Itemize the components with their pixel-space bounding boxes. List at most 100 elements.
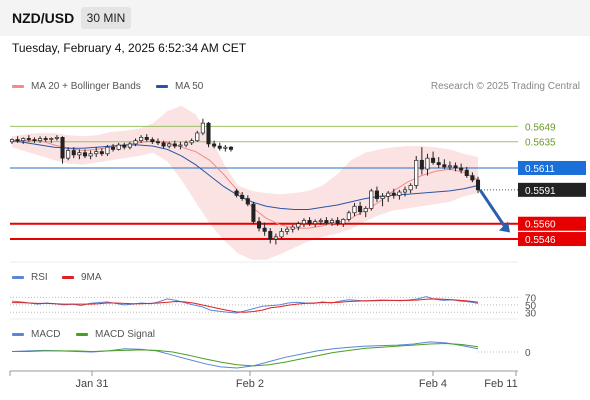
candle-body — [71, 150, 76, 156]
candle-body — [32, 139, 37, 141]
price-label-resistance-1: 0.5635 — [525, 138, 556, 149]
time-axis-label: Jan 31 — [75, 378, 108, 390]
candle-body — [442, 164, 447, 168]
candle-body — [301, 220, 306, 225]
candle-body — [346, 212, 351, 220]
candle-body — [127, 143, 132, 148]
candle-body — [111, 146, 116, 150]
bollinger-band — [12, 105, 478, 260]
candle-body — [279, 231, 284, 238]
candle-body — [60, 137, 65, 159]
time-axis-label: Feb 2 — [236, 378, 264, 390]
candle-body — [77, 152, 82, 156]
candle-body — [54, 137, 59, 139]
candle-body — [94, 151, 99, 155]
price-label-support-2: 0.5546 — [525, 235, 556, 246]
candle-body — [15, 139, 20, 141]
candle-body — [307, 220, 312, 225]
candle-body — [419, 159, 424, 170]
candle-body — [150, 139, 155, 143]
candle-body — [313, 221, 318, 225]
candle-body — [116, 144, 121, 150]
candle-body — [200, 122, 205, 134]
candle-body — [195, 132, 200, 141]
time-axis: Jan 31 Feb 2 Feb 4 Feb 11 — [9, 370, 518, 390]
candle-body — [172, 143, 177, 147]
candle-body — [447, 165, 452, 168]
candle-body — [363, 208, 368, 213]
rsi-level-label: 30 — [525, 308, 537, 319]
candle-body — [459, 167, 464, 171]
macd-signal-line — [12, 342, 479, 367]
candle-body — [43, 138, 48, 140]
candle-body — [425, 157, 430, 170]
rsi-pane: 705030 — [10, 293, 537, 319]
price-label-pivot: 0.5611 — [525, 164, 555, 175]
candle-body — [82, 152, 88, 157]
price-label-support-1: 0.5560 — [525, 220, 556, 231]
candle-body — [397, 191, 402, 196]
candle-body — [318, 220, 323, 222]
candle-body — [161, 142, 166, 147]
candle-body — [206, 122, 211, 145]
candle-body — [9, 139, 15, 143]
candle-body — [324, 220, 329, 223]
candle-body — [88, 153, 93, 157]
bollinger-band-area — [12, 105, 478, 260]
price-level-tags: 0.5649 0.5635 0.5611 0.5591 0.5560 0.5546 — [518, 122, 586, 247]
candle-body — [335, 220, 340, 225]
candle-body — [38, 138, 43, 141]
forecast-arrow-icon — [478, 189, 510, 233]
candle-body — [223, 146, 228, 149]
candle-body — [217, 145, 222, 149]
candle-body — [475, 179, 481, 191]
candle-body — [453, 165, 458, 169]
candle-body — [240, 194, 245, 199]
candle-body — [144, 137, 149, 140]
candle-body — [155, 141, 161, 144]
candle-body — [105, 146, 110, 155]
candle-body — [431, 157, 436, 163]
candle-body — [341, 219, 346, 225]
candle-body — [66, 150, 71, 159]
candle-body — [329, 220, 335, 223]
time-axis-label: Feb 11 — [484, 378, 517, 390]
candle-body — [369, 190, 374, 209]
candle-body — [380, 196, 385, 199]
price-label-resistance-2: 0.5649 — [525, 122, 556, 133]
candle-body — [285, 228, 290, 232]
candle-body — [386, 192, 391, 197]
candle-body — [257, 221, 262, 229]
candle-body — [228, 146, 233, 150]
arrow-shaft — [478, 189, 508, 230]
candle-body — [391, 192, 396, 196]
candle-body — [402, 189, 408, 193]
time-axis-label: Feb 4 — [419, 378, 447, 390]
candle-body — [408, 185, 413, 191]
candle-body — [273, 236, 278, 240]
price-chart-canvas[interactable]: 0.5649 0.5635 0.5611 0.5591 0.5560 0.5546 705… — [0, 0, 590, 400]
candle-body — [178, 144, 183, 147]
candle-body — [99, 151, 104, 155]
candle-body — [352, 205, 357, 214]
candle-body — [262, 227, 267, 232]
candle-body — [234, 190, 239, 196]
candle-body — [374, 190, 379, 199]
candle-body — [290, 226, 295, 230]
candle-body — [167, 143, 172, 147]
candle-body — [139, 137, 144, 141]
candle-body — [212, 143, 217, 147]
candle-body — [268, 231, 273, 240]
candle-body — [49, 138, 54, 140]
candle-body — [436, 162, 441, 166]
candle-body — [21, 138, 26, 141]
candle-body — [26, 138, 31, 140]
candle-body — [245, 198, 250, 205]
candle-body — [470, 175, 475, 181]
macd-zero-label: 0 — [525, 348, 531, 359]
candle-body — [464, 169, 469, 176]
candle-body — [358, 205, 363, 213]
candle-body — [184, 142, 189, 146]
candle-body — [122, 144, 127, 148]
macd-pane: 0 — [11, 341, 531, 369]
